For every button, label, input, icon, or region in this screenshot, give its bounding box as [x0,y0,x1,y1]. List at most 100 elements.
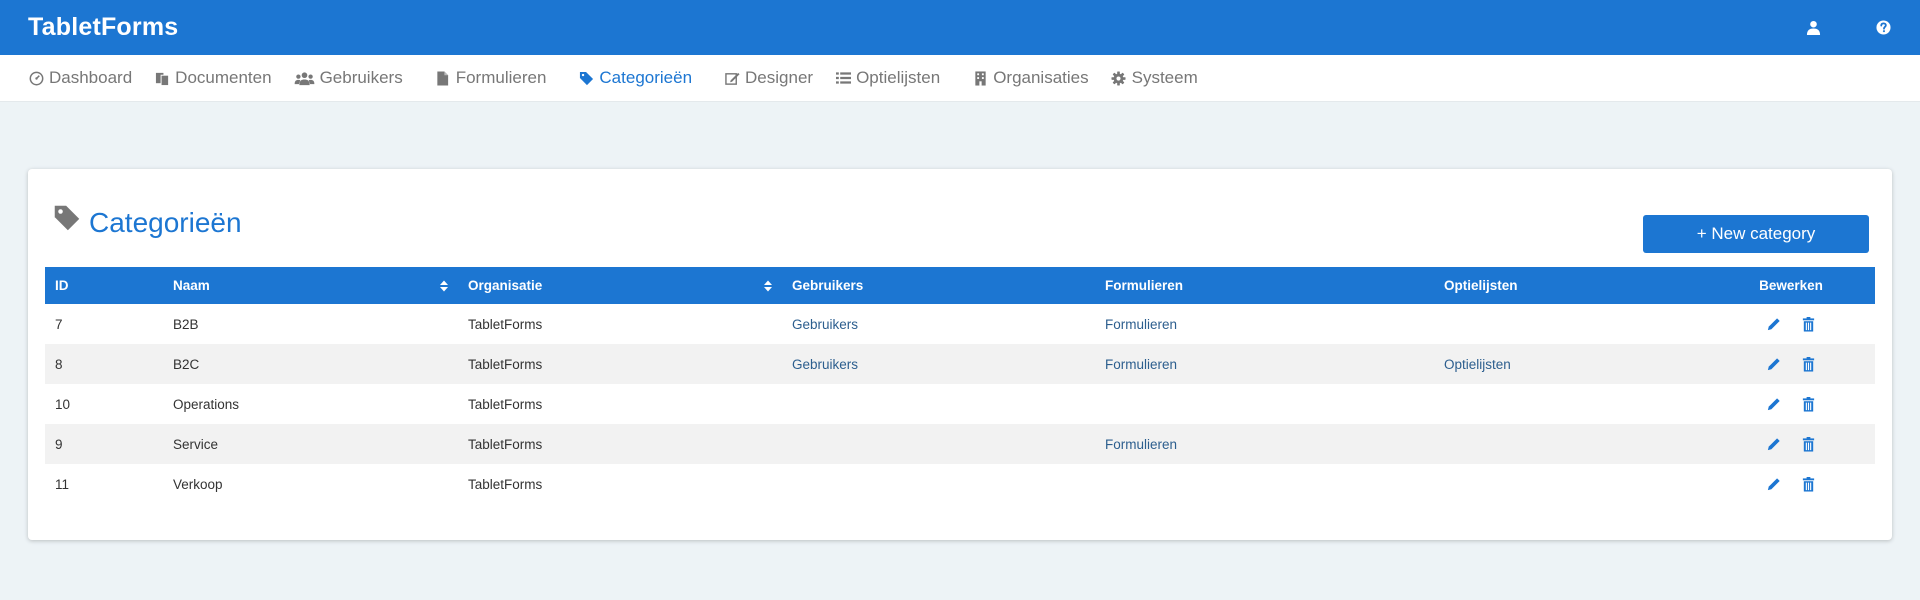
column-header-formulieren: Formulieren [1105,278,1184,293]
sort-icon[interactable] [440,280,448,291]
table-header: ID Naam Organisatie Gebruikers Formulier… [45,267,1875,304]
cell-formulieren [1095,464,1434,504]
optielijsten-link[interactable]: Optielijsten [1444,357,1511,372]
app-title[interactable]: TabletForms [28,13,178,42]
cell-optielijsten [1434,384,1707,424]
list-icon [835,70,851,86]
main-nav: Dashboard Documenten Gebruikers Formulie… [0,55,1920,102]
cell-optielijsten [1434,464,1707,504]
formulieren-link[interactable]: Formulieren [1105,357,1177,372]
cell-organisatie: TabletForms [468,356,543,372]
cell-naam: Service [173,436,219,452]
cell-organisatie: TabletForms [468,316,543,332]
column-header-naam[interactable]: Naam [163,267,458,304]
cell-id: 11 [55,476,70,492]
table-body: 7 B2B TabletForms Gebruikers Formulieren… [45,304,1875,504]
nav-item-organisaties[interactable]: Organisaties [972,68,1089,88]
delete-trash-icon[interactable] [1800,356,1816,372]
cell-actions [1707,464,1875,504]
cell-gebruikers [782,384,1095,424]
cell-organisatie: TabletForms [468,396,543,412]
delete-trash-icon[interactable] [1800,436,1816,452]
edit-pencil-icon[interactable] [1766,356,1782,372]
column-header-organisatie[interactable]: Organisatie [458,267,782,304]
nav-label-optielijsten: Optielijsten [856,68,941,87]
edit-pencil-icon[interactable] [1766,396,1782,412]
cell-organisatie: TabletForms [468,436,543,452]
nav-label-categorieen: Categorieën [599,68,693,87]
file-icon [435,70,451,86]
gebruikers-link[interactable]: Gebruikers [792,357,858,372]
column-header-naam-label: Naam [173,278,210,293]
cell-actions [1707,304,1875,344]
cell-naam: B2C [173,356,200,372]
cell-gebruikers: Gebruikers [782,304,1095,344]
delete-trash-icon[interactable] [1800,476,1816,492]
nav-label-formulieren: Formulieren [455,68,547,87]
nav-item-systeem[interactable]: Systeem [1111,68,1198,88]
cell-formulieren: Formulieren [1095,424,1434,464]
cell-naam: Verkoop [173,476,223,492]
cell-naam: Operations [173,396,240,412]
documents-icon [154,70,170,86]
page-title-text: Categorieën [89,207,242,238]
cell-gebruikers [782,464,1095,504]
user-icon[interactable] [1804,19,1822,37]
cell-organisatie: TabletForms [468,476,543,492]
edit-pencil-icon[interactable] [1766,436,1782,452]
cell-optielijsten [1434,304,1707,344]
table-row: 11 Verkoop TabletForms [45,464,1875,504]
table-row: 8 B2C TabletForms Gebruikers Formulieren… [45,344,1875,384]
help-icon[interactable] [1874,19,1892,37]
formulieren-link[interactable]: Formulieren [1105,437,1177,452]
top-bar: TabletForms [0,0,1920,55]
sort-icon[interactable] [764,280,772,291]
cell-formulieren: Formulieren [1095,304,1434,344]
formulieren-link[interactable]: Formulieren [1105,317,1177,332]
cell-id: 9 [55,436,63,452]
nav-item-documenten[interactable]: Documenten [154,68,272,88]
cell-id: 10 [55,396,71,412]
nav-label-gebruikers: Gebruikers [319,68,403,87]
card-header: Categorieën + New category [28,169,1892,266]
cell-id: 8 [55,356,63,372]
building-icon [972,70,988,86]
nav-label-designer: Designer [745,68,814,87]
nav-item-dashboard[interactable]: Dashboard [28,68,132,88]
column-header-id[interactable]: ID [45,267,163,304]
edit-pencil-icon[interactable] [1766,316,1782,332]
edit-pencil-icon[interactable] [1766,476,1782,492]
nav-label-systeem: Systeem [1131,68,1198,87]
column-header-bewerken: Bewerken [1759,278,1823,293]
cell-gebruikers [782,424,1095,464]
cell-id: 7 [55,316,63,332]
table-row: 9 Service TabletForms Formulieren [45,424,1875,464]
edit-icon [724,70,740,86]
cell-formulieren: Formulieren [1095,344,1434,384]
new-category-button[interactable]: + New category [1643,215,1869,253]
nav-item-designer[interactable]: Designer [724,68,813,88]
column-header-gebruikers: Gebruikers [792,278,864,293]
users-icon [294,70,315,86]
nav-item-formulieren[interactable]: Formulieren [435,68,547,88]
gebruikers-link[interactable]: Gebruikers [792,317,858,332]
nav-item-categorieen[interactable]: Categorieën [578,68,692,88]
categories-table: ID Naam Organisatie Gebruikers Formulier… [45,267,1875,504]
tag-icon [53,204,81,232]
cell-naam: B2B [173,316,199,332]
nav-item-optielijsten[interactable]: Optielijsten [835,68,940,88]
nav-item-gebruikers[interactable]: Gebruikers [294,68,403,88]
cell-formulieren [1095,384,1434,424]
page-title: Categorieën [53,204,242,239]
column-header-optielijsten: Optielijsten [1444,278,1518,293]
nav-label-documenten: Documenten [175,68,272,87]
gear-icon [1111,70,1127,86]
cell-optielijsten: Optielijsten [1434,344,1707,384]
header-icons [1804,19,1892,37]
delete-trash-icon[interactable] [1800,396,1816,412]
cell-actions [1707,384,1875,424]
delete-trash-icon[interactable] [1800,316,1816,332]
column-header-organisatie-label: Organisatie [468,278,543,293]
nav-label-dashboard: Dashboard [49,68,133,87]
categories-card: Categorieën + New category ID Naam Organ… [28,169,1892,540]
